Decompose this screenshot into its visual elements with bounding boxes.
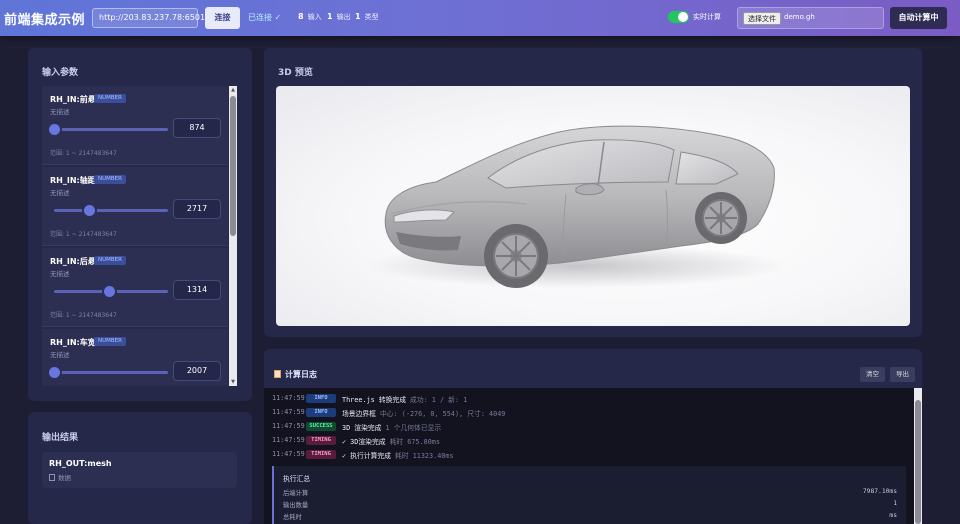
param-range: 范围: 1 ~ 2147483647 [50, 312, 117, 319]
choose-file-button[interactable]: 选择文件 [743, 12, 781, 25]
clear-log-button[interactable]: 清空 [860, 367, 885, 382]
param-name: RH_IN:车宽 [50, 338, 96, 347]
param-value-input[interactable]: 874 [173, 118, 221, 138]
slider-thumb[interactable] [84, 205, 96, 216]
server-url-input[interactable]: http://203.83.237.78:6501 [92, 8, 205, 28]
summary-row: 输出数量 1 [283, 500, 897, 509]
param-description: 无描述 [50, 351, 70, 359]
param-value-input[interactable]: 1314 [173, 280, 221, 300]
summary-title: 执行汇总 [283, 475, 311, 483]
input-panel-title: 输入参数 [42, 68, 79, 78]
connection-status: 已连接 ✓ [248, 13, 282, 22]
log-title: 计算日志 [274, 369, 317, 380]
param-value-input[interactable]: 2007 [173, 361, 221, 381]
log-header: 计算日志 清空 导出 [264, 362, 922, 388]
log-time: 11:47:59 [272, 422, 305, 430]
param-description: 无描述 [50, 108, 70, 116]
param-card: RH_IN:后悬 NUMBER 无描述 1314 范围: 1 ~ 2147483… [42, 248, 228, 327]
document-icon [49, 474, 55, 481]
log-message: Three.js 转换完成 成功: 1 / 新: 1 [342, 396, 468, 404]
param-slider[interactable] [54, 205, 168, 216]
log-tag: INFO [306, 408, 336, 417]
log-scroll-thumb[interactable] [915, 400, 921, 524]
clipboard-icon [274, 370, 281, 378]
stat-inputs: 8 输入 [298, 12, 322, 21]
log-tag: INFO [306, 394, 336, 403]
car-model [366, 125, 786, 288]
param-slider[interactable] [49, 124, 168, 135]
auto-compute-button[interactable]: 自动计算中 [890, 7, 947, 29]
param-type-badge: NUMBER [94, 94, 126, 103]
param-value-input[interactable]: 2717 [173, 199, 221, 219]
log-tag: TIMING [306, 436, 336, 445]
param-type-badge: NUMBER [94, 337, 126, 346]
param-type-badge: NUMBER [94, 175, 126, 184]
log-time: 11:47:59 [272, 408, 305, 416]
param-name: RH_IN:轴距 [50, 176, 96, 185]
param-slider[interactable] [54, 286, 168, 297]
file-name: demo.gh [784, 13, 815, 21]
scroll-up-icon[interactable]: ▲ [229, 86, 237, 94]
param-name: RH_IN:前悬 [50, 95, 96, 104]
param-type-badge: NUMBER [94, 256, 126, 265]
file-picker[interactable]: 选择文件 demo.gh [737, 7, 884, 29]
slider-thumb[interactable] [49, 367, 60, 378]
param-description: 无描述 [50, 189, 70, 197]
log-tag: SUCCESS [306, 422, 336, 431]
realtime-toggle[interactable] [668, 11, 689, 23]
log-time: 11:47:59 [272, 436, 305, 444]
export-log-button[interactable]: 导出 [890, 367, 915, 382]
param-description: 无描述 [50, 270, 70, 278]
param-card: RH_IN:车宽 NUMBER 无描述 2007 [42, 329, 228, 386]
output-type: 数据 [49, 472, 71, 482]
log-message: ✓ 执行计算完成 耗时 11323.40ms [342, 452, 454, 460]
param-card: RH_IN:轴距 NUMBER 无描述 2717 范围: 1 ~ 2147483… [42, 167, 228, 246]
slider-thumb[interactable] [103, 286, 115, 297]
top-bar: 前端集成示例 http://203.83.237.78:6501 连接 已连接 … [0, 0, 960, 36]
param-list[interactable]: RH_IN:前悬 NUMBER 无描述 874 范围: 1 ~ 21474836… [42, 86, 228, 386]
3d-viewport[interactable] [276, 86, 910, 326]
log-tag: TIMING [306, 450, 336, 459]
param-slider[interactable] [49, 367, 168, 378]
execution-summary: 执行汇总 后端计算 7987.10ms 输出数量 1 总耗时 ms [272, 466, 906, 524]
output-name: RH_OUT:mesh [49, 459, 112, 468]
summary-row: 总耗时 ms [283, 512, 897, 521]
param-range: 范围: 1 ~ 2147483647 [50, 231, 117, 238]
scroll-down-icon[interactable]: ▼ [229, 378, 237, 386]
log-scrollbar[interactable] [914, 388, 922, 524]
stat-outputs: 1 输出 [327, 12, 351, 21]
param-name: RH_IN:后悬 [50, 257, 96, 266]
output-item[interactable]: RH_OUT:mesh 数据 [42, 452, 237, 488]
summary-row: 后端计算 7987.10ms [283, 488, 897, 497]
log-console[interactable]: 11:47:59 INFO Three.js 转换完成 成功: 1 / 新: 1 … [264, 388, 914, 524]
log-message: 3D 渲染完成 1 个几何体已显示 [342, 424, 442, 432]
param-range: 范围: 1 ~ 2147483647 [50, 150, 117, 157]
param-scrollbar[interactable]: ▲ ▼ [229, 86, 237, 386]
connect-button[interactable]: 连接 [205, 7, 240, 29]
output-panel-title: 输出结果 [42, 433, 79, 443]
log-message: 场景边界框 中心: (-276, 0, 554), 尺寸: 4049 [342, 410, 506, 418]
preview-title: 3D 预览 [278, 68, 313, 78]
scroll-thumb[interactable] [230, 96, 236, 236]
log-time: 11:47:59 [272, 450, 305, 458]
log-time: 11:47:59 [272, 394, 305, 402]
stat-types: 1 类型 [355, 12, 379, 21]
realtime-label: 实时计算 [693, 13, 721, 21]
slider-thumb[interactable] [49, 124, 60, 135]
app-title: 前端集成示例 [4, 13, 86, 28]
log-message: ✓ 3D渲染完成 耗时 675.80ms [342, 438, 440, 446]
param-card: RH_IN:前悬 NUMBER 无描述 874 范围: 1 ~ 21474836… [42, 86, 228, 165]
